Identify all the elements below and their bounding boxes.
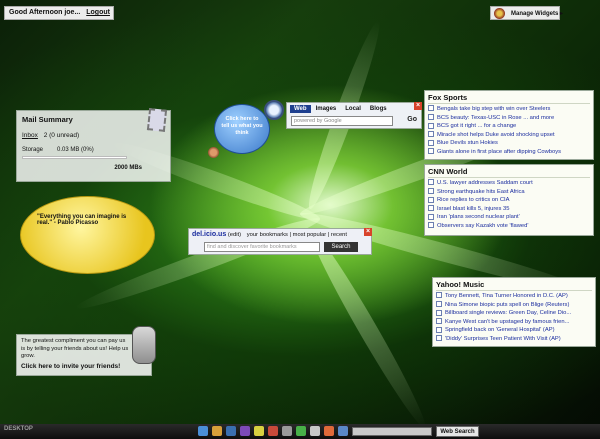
close-icon[interactable]: × — [414, 102, 422, 110]
close-icon[interactable]: × — [364, 228, 372, 236]
stamp-icon — [146, 108, 168, 132]
mail-title: Mail Summary — [22, 115, 73, 124]
inbox-link[interactable]: Inbox — [22, 132, 38, 139]
news-item[interactable]: Bengals take big step with win over Stee… — [428, 105, 590, 114]
yahoo-music-title: Yahoo! Music — [436, 280, 592, 291]
invite-text: The greatest compliment you can pay us i… — [21, 338, 129, 359]
tab-images[interactable]: Images — [312, 105, 341, 113]
feedback-text: Click here to tell us what you think — [221, 116, 263, 136]
news-item[interactable]: Kanye West can't be upstaged by famous f… — [436, 318, 592, 327]
cnn-world-widget: CNN World U.S. lawyer addresses Saddam c… — [424, 164, 594, 236]
taskbar: DESKTOP Web Search — [0, 424, 600, 439]
storage-capacity: 2000 MBs — [114, 165, 142, 171]
delicious-search-button[interactable]: Search — [324, 242, 358, 252]
news-item[interactable]: Observers say Kazakh vote 'flawed' — [428, 222, 590, 231]
music-icon[interactable] — [240, 426, 250, 436]
mail-icon[interactable] — [226, 426, 236, 436]
web-search-input[interactable]: powered by Google — [291, 116, 393, 126]
news-item[interactable]: Israel blast kills 5, injures 35 — [428, 205, 590, 214]
greeting-bar: Good Afternoon joe... Logout — [4, 6, 114, 20]
news-item[interactable]: Giants alone in first place after dippin… — [428, 148, 590, 157]
magnifier-icon — [264, 100, 284, 120]
news-item[interactable]: Rice replies to critics on CIA — [428, 196, 590, 205]
invite-friends-link[interactable]: Click here to invite your friends! — [21, 363, 147, 371]
inbox-count: 2 (0 unread) — [43, 132, 80, 139]
news-item[interactable]: Tony Bennett, Tina Turner Honored in D.C… — [436, 292, 592, 301]
delicious-edit-link[interactable]: (edit) — [228, 232, 241, 238]
cnn-world-title: CNN World — [428, 167, 590, 178]
calculator-icon[interactable] — [212, 426, 222, 436]
chat-icon[interactable] — [296, 426, 306, 436]
delicious-search-input[interactable]: find and discover favorite bookmarks — [204, 242, 320, 252]
delicious-placeholder: find and discover favorite bookmarks — [207, 244, 297, 250]
manage-widgets-label: Manage Widgets — [511, 11, 559, 17]
news-item[interactable]: Blue Devils stun Hokies — [428, 139, 590, 148]
delicious-brand[interactable]: del.icio.us — [192, 231, 226, 238]
search-tabs: Web Images Local Blogs — [290, 105, 418, 113]
yahoo-music-widget: Yahoo! Music Tony Bennett, Tina Turner H… — [432, 277, 596, 347]
web-search-widget: × Web Images Local Blogs powered by Goog… — [286, 102, 422, 129]
delicious-nav-links[interactable]: your bookmarks | most popular | recent — [247, 232, 347, 238]
logout-link[interactable]: Logout — [86, 9, 110, 16]
notes-icon[interactable] — [254, 426, 264, 436]
web-search-placeholder: powered by Google — [294, 118, 342, 124]
news-item[interactable]: Miracle shot helps Duke avoid shocking u… — [428, 131, 590, 140]
news-item[interactable]: BCS beauty: Texas-USC in Rose ... and mo… — [428, 114, 590, 123]
taskbar-search-input[interactable] — [352, 427, 432, 436]
news-item[interactable]: Strong earthquake hits East Africa — [428, 188, 590, 197]
storage-bar — [22, 156, 127, 159]
news-item[interactable]: U.S. lawyer addresses Saddam court — [428, 179, 590, 188]
calendar-icon[interactable] — [268, 426, 278, 436]
quote-bubble: "Everything you can imagine is real." - … — [20, 196, 155, 274]
news-item[interactable]: Iran 'plans second nuclear plant' — [428, 213, 590, 222]
go-button[interactable]: Go — [407, 116, 417, 123]
tab-local[interactable]: Local — [341, 105, 365, 113]
fox-sports-title: Fox Sports — [428, 93, 590, 104]
avatar-icon — [208, 147, 219, 158]
news-item[interactable]: Springfield back on 'General Hospital' (… — [436, 326, 592, 335]
photo-icon[interactable] — [324, 426, 334, 436]
triangle-right-icon: ▸ — [559, 11, 563, 17]
wrench-icon[interactable] — [282, 426, 292, 436]
mail-summary-widget: Mail Summary Inbox 2 (0 unread) Storage … — [16, 108, 171, 182]
storage-label: Storage — [22, 147, 44, 153]
tab-blogs[interactable]: Blogs — [366, 105, 391, 113]
globe-icon[interactable] — [198, 426, 208, 436]
news-item[interactable]: BCS got it right ... for a change — [428, 122, 590, 131]
news-icon[interactable] — [310, 426, 320, 436]
taskbar-logo[interactable]: DESKTOP — [4, 426, 33, 432]
fox-sports-widget: Fox Sports Bengals take big step with wi… — [424, 90, 594, 160]
phone-icon — [132, 326, 156, 364]
storage-used: 0.03 MB (0%) — [57, 147, 94, 153]
delicious-widget: × del.icio.us (edit) your bookmarks | mo… — [188, 228, 372, 255]
tab-web[interactable]: Web — [290, 105, 311, 113]
bookmark-icon[interactable] — [338, 426, 348, 436]
greeting-text: Good Afternoon joe... — [9, 9, 81, 16]
quote-text: "Everything you can imagine is real." - … — [37, 214, 127, 226]
wallpaper-ray — [302, 224, 433, 433]
news-item[interactable]: Nina Simone biopic puts spell on Blige (… — [436, 301, 592, 310]
manage-widgets-button[interactable]: Manage Widgets ▸ — [490, 6, 563, 20]
web-search-button[interactable]: Web Search — [436, 426, 479, 437]
widgets-gear-icon — [494, 8, 505, 19]
news-item[interactable]: 'Diddy' Surprises Teen Patient With Visi… — [436, 335, 592, 344]
feedback-bubble[interactable]: Click here to tell us what you think — [214, 104, 270, 154]
news-item[interactable]: Billboard single reviews: Green Day, Cel… — [436, 309, 592, 318]
